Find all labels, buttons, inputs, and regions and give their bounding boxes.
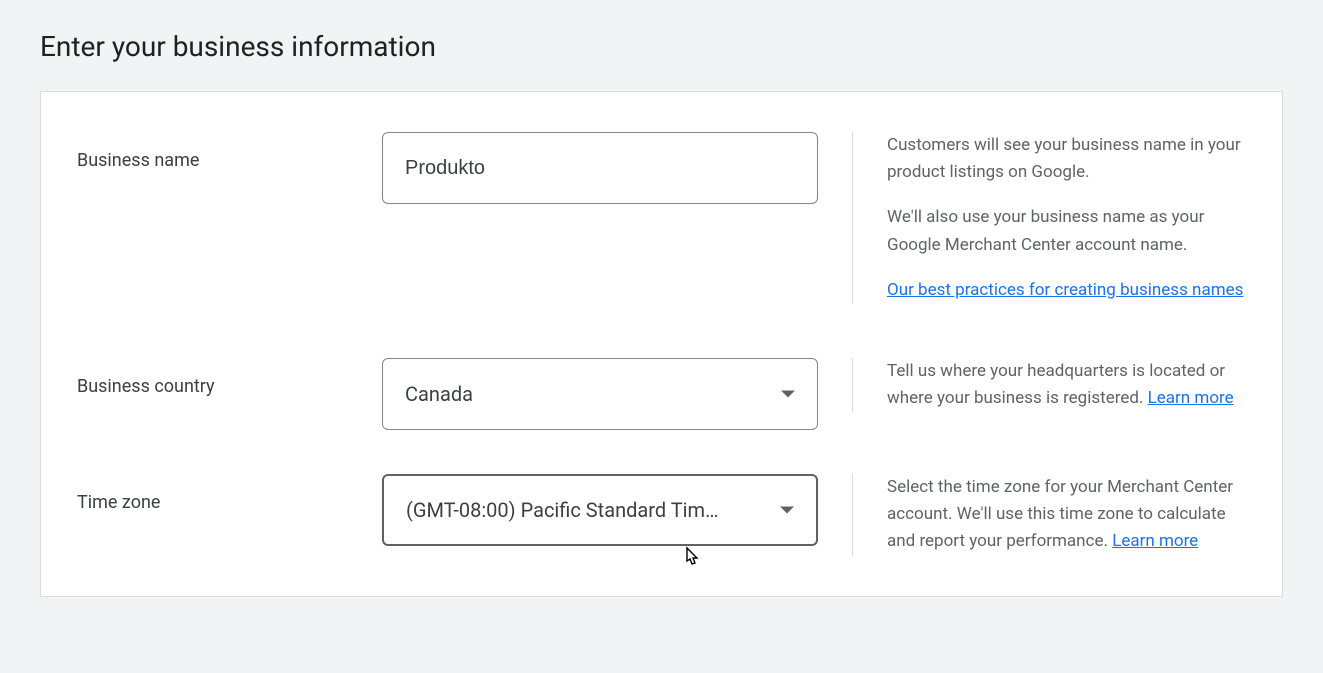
row-business-country: Business country Canada Tell us where yo… bbox=[77, 358, 1246, 430]
business-country-select[interactable]: Canada bbox=[382, 358, 818, 430]
help-business-country: Tell us where your headquarters is locat… bbox=[852, 358, 1246, 412]
business-country-value: Canada bbox=[405, 382, 771, 406]
learn-more-timezone-link[interactable]: Learn more bbox=[1112, 531, 1198, 551]
row-time-zone: Time zone (GMT-08:00) Pacific Standard T… bbox=[77, 474, 1246, 556]
row-business-name: Business name Customers will see your bu… bbox=[77, 132, 1246, 304]
help-time-zone: Select the time zone for your Merchant C… bbox=[852, 474, 1246, 556]
best-practices-link[interactable]: Our best practices for creating business… bbox=[887, 280, 1243, 300]
label-business-name: Business name bbox=[77, 132, 382, 171]
business-name-input[interactable] bbox=[382, 132, 818, 204]
help-text: Customers will see your business name in… bbox=[887, 132, 1246, 186]
time-zone-select[interactable]: (GMT-08:00) Pacific Standard Tim… bbox=[382, 474, 818, 546]
label-business-country: Business country bbox=[77, 358, 382, 397]
time-zone-value: (GMT-08:00) Pacific Standard Tim… bbox=[406, 498, 770, 522]
label-time-zone: Time zone bbox=[77, 474, 382, 513]
page-title: Enter your business information bbox=[40, 30, 1283, 63]
form-card: Business name Customers will see your bu… bbox=[40, 91, 1283, 597]
help-text: We'll also use your business name as you… bbox=[887, 204, 1246, 258]
chevron-down-icon bbox=[781, 390, 795, 397]
chevron-down-icon bbox=[780, 506, 794, 513]
learn-more-country-link[interactable]: Learn more bbox=[1148, 388, 1234, 408]
help-business-name: Customers will see your business name in… bbox=[852, 132, 1246, 304]
